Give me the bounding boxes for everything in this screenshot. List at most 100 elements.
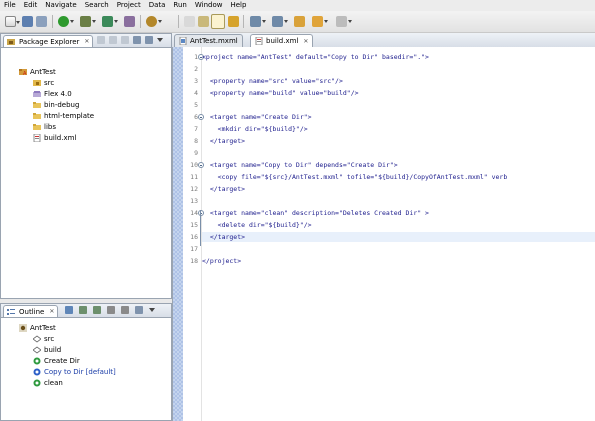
xml-file-icon (33, 133, 41, 142)
target-icon (33, 357, 41, 364)
close-icon[interactable]: ✕ (84, 36, 89, 48)
menu-window[interactable]: Window (191, 0, 227, 11)
line-number: 6 (194, 113, 198, 121)
external-tools-icon[interactable] (102, 16, 118, 27)
run-icon[interactable] (58, 16, 74, 27)
tree-item-flex[interactable]: Flex 4.0 (33, 88, 72, 99)
tab-anttest-mxml[interactable]: AntTest.mxml (174, 34, 243, 47)
change-ruler (173, 47, 183, 421)
tree-item-src[interactable]: src (33, 77, 54, 88)
forward-nav-icon[interactable] (109, 36, 117, 44)
hide-imported-icon[interactable] (107, 306, 115, 314)
sort-icon[interactable] (65, 306, 73, 314)
code-line: <copy file="${src}/AntTest.mxml" tofile=… (202, 173, 508, 181)
last-edit-icon[interactable] (294, 16, 305, 27)
tree-item-label: libs (44, 122, 56, 131)
tab-label: build.xml (266, 36, 299, 45)
view-menu-icon[interactable] (149, 308, 155, 312)
menu-search[interactable]: Search (81, 0, 113, 11)
view-menu-icon[interactable] (157, 38, 163, 42)
tab-package-explorer[interactable]: Package Explorer ✕ (3, 35, 94, 48)
outline-tools (65, 306, 155, 314)
current-line-highlight (202, 232, 595, 242)
svg-text:A: A (23, 71, 27, 76)
menu-file[interactable]: File (0, 0, 20, 11)
line-number: 10 (190, 161, 198, 169)
line-number: 4 (194, 89, 198, 97)
hide-targets-icon[interactable] (93, 306, 101, 314)
wand-icon[interactable] (228, 16, 239, 27)
previous-annotation-icon[interactable] (272, 16, 288, 27)
ant-project-icon (19, 323, 27, 332)
menu-navigate[interactable]: Navigate (41, 0, 80, 11)
link-editor-icon[interactable] (135, 306, 143, 314)
close-icon[interactable]: ✕ (49, 306, 54, 318)
menu-data[interactable]: Data (145, 0, 170, 11)
package-explorer-icon (7, 38, 15, 45)
outline-item-create-dir[interactable]: Create Dir (33, 355, 80, 366)
new-icon[interactable] (5, 16, 20, 27)
tree-item-libs[interactable]: libs (33, 121, 56, 132)
tab-build-xml[interactable]: build.xml ✕ (250, 34, 314, 48)
line-number: 1 (194, 53, 198, 61)
line-number: 5 (194, 101, 198, 109)
menu-project[interactable]: Project (113, 0, 145, 11)
tree-item-html-template[interactable]: html-template (33, 110, 94, 121)
tree-item-label: src (44, 78, 55, 87)
publish-icon[interactable] (124, 16, 135, 27)
code-editor[interactable]: 1 2 3 4 5 6 7 8 9 10 11 12 13 14 15 16 1… (172, 47, 595, 421)
tree-item-anttest[interactable]: A AntTest (19, 66, 56, 77)
xml-file-icon (255, 37, 263, 45)
debug-icon[interactable] (80, 16, 96, 27)
pen-icon[interactable] (198, 16, 209, 27)
menu-help[interactable]: Help (226, 0, 250, 11)
package-explorer-label: Package Explorer (19, 37, 80, 46)
property-icon (33, 346, 41, 353)
code-line: </project> (202, 257, 242, 265)
property-icon (33, 335, 41, 342)
hide-internal-icon[interactable] (121, 306, 129, 314)
hide-properties-icon[interactable] (79, 306, 87, 314)
marker-icon[interactable] (184, 16, 195, 27)
forward-icon[interactable] (336, 16, 352, 27)
tab-outline[interactable]: Outline ✕ (3, 305, 59, 318)
mxml-file-icon (179, 37, 187, 45)
back-nav-icon[interactable] (97, 36, 105, 44)
menu-edit[interactable]: Edit (20, 0, 42, 11)
outline-item-anttest[interactable]: AntTest (19, 322, 56, 333)
print-icon[interactable] (36, 16, 47, 27)
editor-tabbar: AntTest.mxml build.xml ✕ (172, 33, 595, 48)
package-explorer-tabbar: Package Explorer ✕ (1, 34, 171, 48)
menu-run[interactable]: Run (169, 0, 190, 11)
outline-item-src[interactable]: src (33, 333, 54, 344)
outline-item-copy-to-dir[interactable]: Copy to Dir [default] (33, 366, 116, 377)
outline-item-build[interactable]: build (33, 344, 61, 355)
source-folder-icon (33, 79, 41, 86)
close-icon[interactable]: ✕ (303, 35, 308, 48)
line-number: 17 (190, 245, 198, 253)
link-with-editor-icon[interactable] (145, 36, 153, 44)
outline-item-label: build (44, 345, 62, 354)
next-annotation-icon[interactable] (250, 16, 266, 27)
outline-panel: Outline ✕ AntTest src build Create Dir C… (0, 303, 172, 421)
mark-occurrences-icon[interactable] (211, 14, 225, 29)
outline-item-clean[interactable]: clean (33, 377, 63, 388)
back-icon[interactable] (312, 16, 328, 27)
line-number: 2 (194, 65, 198, 73)
package-explorer-panel: Package Explorer ✕ A AntTest src Flex 4.… (0, 33, 172, 299)
code-line: </target> (202, 137, 246, 145)
up-nav-icon[interactable] (121, 36, 129, 44)
code-line: <mkdir dir="${build}"/> (202, 125, 308, 133)
tree-item-bin-debug[interactable]: bin-debug (33, 99, 79, 110)
collapse-all-icon[interactable] (133, 36, 141, 44)
save-icon[interactable] (22, 16, 33, 27)
folder-icon (33, 112, 41, 119)
line-number: 9 (194, 149, 198, 157)
tree-item-build-xml[interactable]: build.xml (33, 132, 76, 143)
line-number: 16 (190, 233, 198, 241)
code-line: <project name="AntTest" default="Copy to… (202, 53, 429, 61)
outline-item-label: Copy to Dir [default] (44, 367, 116, 376)
library-icon (33, 90, 41, 97)
toolbar-separator (243, 15, 244, 28)
open-type-icon[interactable] (146, 16, 162, 27)
